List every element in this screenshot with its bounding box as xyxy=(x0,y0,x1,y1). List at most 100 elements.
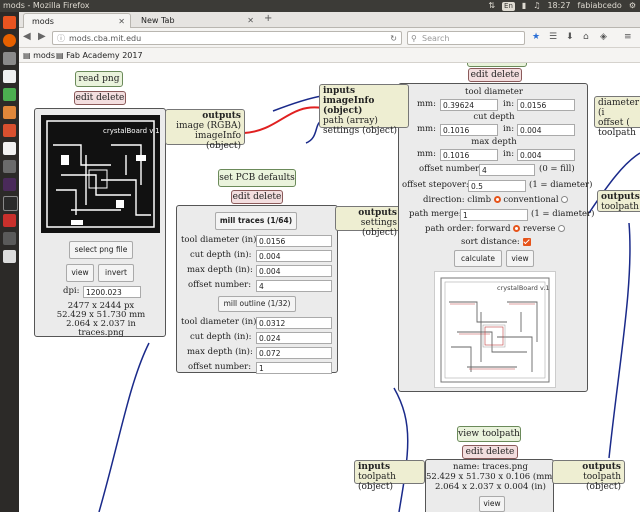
partial-label-offset: offset ( xyxy=(598,118,630,128)
read-png-edit-delete[interactable]: edit delete xyxy=(74,91,126,105)
downloads-icon[interactable]: ⬇ xyxy=(566,32,574,42)
keyboard-layout[interactable]: En xyxy=(502,1,515,11)
max-depth-mm-field[interactable]: 0.1016 xyxy=(440,149,498,161)
offset-stepover-field[interactable]: 0.5 xyxy=(468,180,526,192)
right-module-inputs[interactable]: diameter (i offset ( toolpath xyxy=(594,96,640,138)
tab-new-tab[interactable]: New Tab ✕ xyxy=(133,13,259,28)
outline-tool-diameter-field[interactable]: 0.0312 xyxy=(256,317,332,329)
menu-icon[interactable]: ≡ xyxy=(624,32,632,42)
mill-outline-button[interactable]: mill outline (1/32) xyxy=(218,296,296,312)
tool-diameter-mm-field[interactable]: 0.39624 xyxy=(440,99,498,111)
mill-raster-inputs[interactable]: inputs imageInfo (object) path (array) s… xyxy=(319,84,409,136)
input-imageinfo[interactable]: imageInfo (object) xyxy=(323,96,405,116)
view-toolpath-title[interactable]: view toolpath xyxy=(457,426,521,442)
close-icon[interactable]: ✕ xyxy=(118,14,125,29)
outline-max-depth-field[interactable]: 0.072 xyxy=(256,347,332,359)
spreadsheet-icon[interactable] xyxy=(3,88,16,101)
trash-icon[interactable] xyxy=(3,214,16,227)
new-tab-icon[interactable]: + xyxy=(264,13,272,24)
search-icon: ⚲ xyxy=(411,34,417,43)
mill-raster-title[interactable] xyxy=(467,63,527,67)
calculate-button[interactable]: calculate xyxy=(454,250,502,267)
output-imageinfo[interactable]: imageInfo (object) xyxy=(169,131,241,151)
bookmark-fab-academy[interactable]: ▤ Fab Academy 2017 xyxy=(56,48,143,63)
clock[interactable]: 18:27 xyxy=(547,0,570,12)
output-settings[interactable]: settings (object) xyxy=(339,218,397,238)
offset-number-field[interactable]: 4 xyxy=(479,164,535,176)
bookmarks-menu-icon[interactable]: ☰ xyxy=(549,32,557,42)
view-toolpath-edit-delete[interactable]: edit delete xyxy=(462,445,518,459)
output-toolpath[interactable]: toolpath xyxy=(601,202,639,212)
right-module-outputs[interactable]: outputs toolpath xyxy=(597,190,640,212)
sort-distance-checkbox[interactable] xyxy=(522,237,531,246)
bookmark-mods[interactable]: ▤ mods xyxy=(23,48,55,63)
document-icon[interactable] xyxy=(3,70,16,83)
toolpath-preview[interactable]: crystalBoard v.1 xyxy=(434,271,556,388)
disk-icon[interactable] xyxy=(3,196,18,211)
input-settings[interactable]: settings (object) xyxy=(323,126,405,136)
dpi-field[interactable]: 1200.023 xyxy=(83,286,141,298)
mods-canvas[interactable]: read png edit delete crystalBoard v.1 se… xyxy=(19,63,640,512)
home-icon[interactable]: ⌂ xyxy=(583,32,589,42)
climb-radio[interactable] xyxy=(493,196,501,203)
pcb-traces-image[interactable]: crystalBoard v.1 xyxy=(41,115,160,233)
forward-radio[interactable] xyxy=(513,225,521,232)
firefox-icon[interactable] xyxy=(3,34,16,47)
output-toolpath[interactable]: toolpath (object) xyxy=(556,472,621,492)
volume-icon[interactable]: ♫ xyxy=(533,0,540,12)
presentation-icon[interactable] xyxy=(3,106,16,119)
set-pcb-outputs[interactable]: outputs settings (object) xyxy=(335,206,401,238)
traces-max-depth-field[interactable]: 0.004 xyxy=(256,265,332,277)
traces-offset-number-field[interactable]: 4 xyxy=(256,280,332,292)
forward-icon[interactable]: ▶ xyxy=(38,31,46,42)
files-icon[interactable] xyxy=(3,52,16,65)
traces-cut-depth-field[interactable]: 0.004 xyxy=(256,250,332,262)
bookmark-star-icon[interactable]: ★ xyxy=(532,32,540,42)
outline-cut-depth-field[interactable]: 0.024 xyxy=(256,332,332,344)
invert-button[interactable]: invert xyxy=(98,264,134,282)
view-toolpath-outputs[interactable]: outputs toolpath (object) xyxy=(552,460,625,492)
user-name[interactable]: fabiabcedo xyxy=(578,0,622,12)
url-bar[interactable]: ⓘ mods.cba.mit.edu ↻ xyxy=(52,31,402,45)
site-info-icon[interactable]: ⓘ xyxy=(57,32,65,46)
view-toolpath-inputs[interactable]: inputs toolpath (object) xyxy=(354,460,425,492)
search-input[interactable]: ⚲ Search xyxy=(407,31,525,45)
reverse-radio[interactable] xyxy=(558,225,566,232)
cut-depth-in-field[interactable]: 0.004 xyxy=(517,124,575,136)
tab-mods[interactable]: mods ✕ xyxy=(23,13,131,28)
set-pcb-defaults-title[interactable]: set PCB defaults xyxy=(218,169,296,187)
output-image[interactable]: image (RGBA) xyxy=(169,121,241,131)
ubuntu-icon[interactable] xyxy=(3,16,16,29)
tool-diameter-in-field[interactable]: 0.0156 xyxy=(517,99,575,111)
mill-raster-edit-delete[interactable]: edit delete xyxy=(468,68,522,82)
back-icon[interactable]: ◀ xyxy=(23,31,31,42)
set-pcb-edit-delete[interactable]: edit delete xyxy=(231,190,283,204)
input-path[interactable]: path (array) xyxy=(323,116,405,126)
terminal-icon[interactable] xyxy=(3,178,16,191)
max-depth-in-field[interactable]: 0.004 xyxy=(517,149,575,161)
close-icon[interactable]: ✕ xyxy=(247,13,254,28)
network-icon[interactable]: ⇅ xyxy=(488,0,495,12)
traces-tool-diameter-field[interactable]: 0.0156 xyxy=(256,235,332,247)
read-png-title[interactable]: read png xyxy=(75,71,123,87)
pocket-icon[interactable]: ◈ xyxy=(600,32,607,42)
input-toolpath[interactable]: toolpath (object) xyxy=(358,472,421,492)
read-png-outputs[interactable]: outputs image (RGBA) imageInfo (object) xyxy=(165,109,245,151)
app-icon[interactable] xyxy=(3,232,16,245)
power-icon[interactable]: ⚙ xyxy=(629,0,636,12)
conventional-radio[interactable] xyxy=(561,196,569,203)
settings-icon[interactable] xyxy=(3,160,16,173)
app-icon[interactable] xyxy=(3,250,16,263)
select-png-button[interactable]: select png file xyxy=(69,241,133,259)
battery-icon[interactable]: ▮ xyxy=(522,0,526,12)
software-center-icon[interactable] xyxy=(3,124,16,137)
view-button[interactable]: view xyxy=(66,264,94,282)
view-button[interactable]: view xyxy=(479,496,505,512)
outline-offset-number-field[interactable]: 1 xyxy=(256,362,332,374)
view-button[interactable]: view xyxy=(506,250,534,267)
amazon-icon[interactable] xyxy=(3,142,16,155)
mill-traces-button[interactable]: mill traces (1/64) xyxy=(215,212,297,230)
path-merge-field[interactable]: 1 xyxy=(460,209,528,221)
reload-icon[interactable]: ↻ xyxy=(390,32,397,46)
cut-depth-mm-field[interactable]: 0.1016 xyxy=(440,124,498,136)
